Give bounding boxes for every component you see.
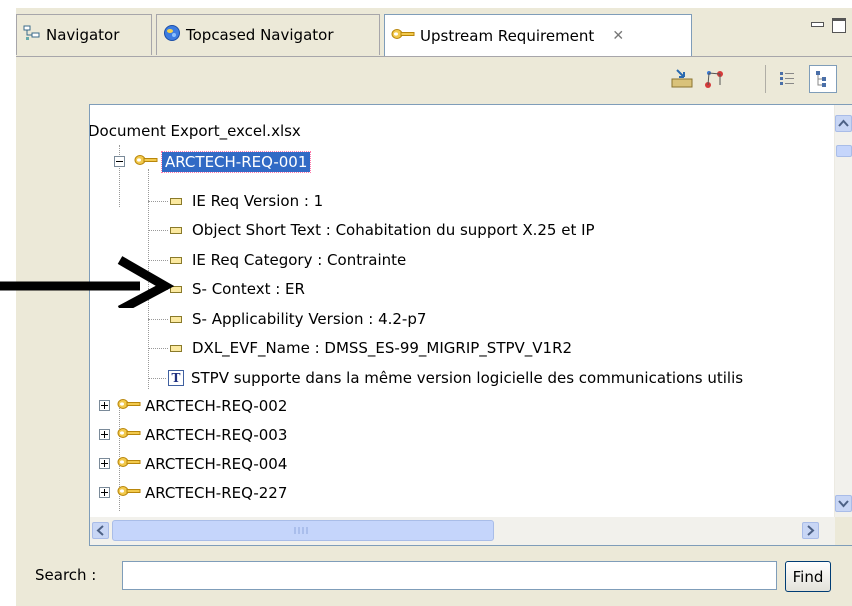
tab-topcased-navigator-label: Topcased Navigator: [186, 26, 334, 44]
link-requirements-icon[interactable]: [700, 65, 728, 93]
requirement-tree[interactable]: Document Export_excel.xlsx ARCTECH-REQ-0…: [89, 104, 852, 546]
search-input[interactable]: [122, 561, 777, 590]
attribute-row[interactable]: DXL_EVF_Name : DMSS_ES-99_MIGRIP_STPV_V1…: [170, 335, 572, 361]
horizontal-scroll-thumb[interactable]: [112, 520, 494, 541]
tab-topcased-navigator[interactable]: Topcased Navigator: [156, 14, 380, 55]
attribute-row[interactable]: IE Req Category : Contrainte: [170, 247, 406, 273]
attribute-icon: [170, 315, 182, 323]
navigator-icon: [23, 25, 41, 45]
tree-item-collapsed[interactable]: ARCTECH-REQ-227: [97, 480, 287, 506]
search-label: Search :: [35, 566, 97, 584]
attribute-row[interactable]: IE Req Version : 1: [170, 188, 323, 214]
key-icon: [117, 426, 141, 444]
collapse-toggle[interactable]: [114, 156, 125, 167]
key-icon: [391, 27, 415, 45]
attribute-label: DXL_EVF_Name : DMSS_ES-99_MIGRIP_STPV_V1…: [192, 339, 573, 357]
hierarchical-tree-icon[interactable]: [809, 65, 837, 93]
scroll-up-icon[interactable]: [835, 115, 852, 132]
scroll-right-icon[interactable]: [802, 522, 819, 539]
scroll-left-icon[interactable]: [92, 522, 109, 539]
key-icon: [117, 484, 141, 502]
key-icon: [117, 397, 141, 415]
find-button[interactable]: Find: [785, 561, 831, 592]
tab-navigator[interactable]: Navigator: [16, 14, 152, 55]
annotation-arrow-icon: [0, 248, 200, 314]
tab-upstream-requirement-label: Upstream Requirement: [420, 26, 595, 45]
requirement-label: ARCTECH-REQ-004: [145, 455, 288, 473]
attribute-row[interactable]: S- Applicability Version : 4.2-p7: [170, 306, 426, 332]
attribute-label: Object Short Text : Cohabitation du supp…: [192, 221, 595, 239]
vertical-scrollbar[interactable]: [834, 105, 852, 517]
key-icon: [117, 455, 141, 473]
tree-root-label: Document Export_excel.xlsx: [89, 122, 301, 140]
expand-toggle[interactable]: [99, 429, 110, 440]
view-toolbar: [16, 57, 852, 101]
requirement-label: ARCTECH-REQ-227: [145, 484, 288, 502]
expand-toggle[interactable]: [99, 487, 110, 498]
horizontal-scrollbar[interactable]: [90, 517, 837, 545]
vertical-scroll-thumb[interactable]: [836, 145, 852, 157]
tab-upstream-requirement[interactable]: Upstream Requirement ✕: [384, 14, 692, 56]
attribute-icon: [170, 197, 182, 205]
text-icon: T: [168, 370, 184, 386]
key-icon: [134, 153, 158, 171]
flat-list-icon[interactable]: [773, 65, 801, 93]
attribute-row[interactable]: Object Short Text : Cohabitation du supp…: [170, 217, 595, 243]
expand-toggle[interactable]: [99, 458, 110, 469]
attribute-icon: [170, 226, 182, 234]
scroll-down-icon[interactable]: [835, 495, 852, 512]
requirement-label: ARCTECH-REQ-003: [145, 426, 288, 444]
attribute-label: IE Req Category : Contrainte: [192, 251, 407, 269]
import-requirements-icon[interactable]: [668, 65, 696, 93]
requirement-label: ARCTECH-REQ-002: [145, 397, 288, 415]
tab-bar: Navigator Topcased Navigator Upstream Re…: [16, 8, 852, 57]
text-node-row[interactable]: T STPV supporte dans la même version log…: [168, 365, 743, 391]
attribute-icon: [170, 344, 182, 352]
topcased-globe-icon: [163, 24, 181, 46]
tree-item-collapsed[interactable]: ARCTECH-REQ-003: [97, 422, 287, 448]
tree-item-collapsed[interactable]: ARCTECH-REQ-002: [97, 393, 287, 419]
selected-requirement-label: ARCTECH-REQ-001: [160, 151, 312, 173]
maximize-icon[interactable]: [832, 18, 846, 33]
attribute-label: S- Context : ER: [192, 280, 305, 298]
close-icon[interactable]: ✕: [612, 28, 624, 44]
text-node-label: STPV supporte dans la même version logic…: [191, 369, 744, 387]
attribute-label: S- Applicability Version : 4.2-p7: [192, 310, 427, 328]
tree-item-collapsed[interactable]: ARCTECH-REQ-004: [97, 451, 287, 477]
tab-navigator-label: Navigator: [46, 26, 120, 44]
tree-item-selected[interactable]: ARCTECH-REQ-001: [97, 149, 312, 175]
expand-toggle[interactable]: [99, 400, 110, 411]
tree-root-row[interactable]: Document Export_excel.xlsx: [90, 118, 301, 144]
attribute-label: IE Req Version : 1: [192, 192, 324, 210]
minimize-icon[interactable]: [810, 18, 824, 32]
